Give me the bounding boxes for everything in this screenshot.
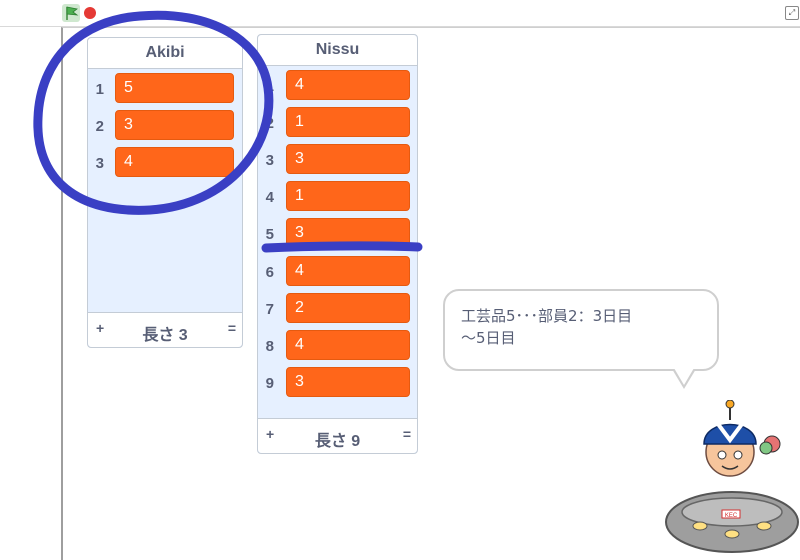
kec-badge-text: KEC [725, 513, 738, 519]
list-item[interactable]: 5 [115, 73, 234, 103]
list-index: 1 [265, 78, 274, 95]
list-item[interactable]: 3 [286, 144, 410, 174]
list-index: 1 [95, 81, 104, 98]
list-index: 8 [265, 338, 274, 355]
list-index: 5 [265, 226, 274, 243]
list-index: 3 [265, 152, 274, 169]
speech-bubble-tail-fill [674, 368, 694, 385]
list-footer: + 長さ 9 = [258, 418, 417, 453]
list-item[interactable]: 2 [286, 293, 410, 323]
list-item[interactable]: 3 [286, 218, 410, 248]
resize-handle[interactable]: = [403, 426, 411, 442]
speech-text-line1: 工芸品5･･･部員2：3日目 [461, 307, 633, 325]
list-item[interactable]: 3 [286, 367, 410, 397]
list-length: 長さ 9 [314, 433, 361, 450]
list-index: 4 [265, 189, 274, 206]
ufo-character-sprite[interactable]: KEC [660, 400, 800, 560]
list-title: Nissu [258, 35, 417, 66]
green-flag-button[interactable] [62, 4, 80, 22]
list-index: 2 [95, 118, 104, 135]
list-index: 7 [265, 301, 274, 318]
speech-bubble: 工芸品5･･･部員2：3日目 ～5日目 [443, 289, 719, 371]
list-title: Akibi [88, 38, 242, 69]
list-item[interactable]: 3 [115, 110, 234, 140]
stop-button[interactable] [84, 7, 96, 19]
list-index: 3 [95, 155, 104, 172]
green-flag-icon [66, 6, 79, 20]
list-footer: + 長さ 3 = [88, 312, 242, 347]
list-length: 長さ 3 [142, 327, 188, 344]
list-item[interactable]: 4 [286, 70, 410, 100]
fullscreen-button[interactable]: ⤢ [785, 6, 799, 20]
resize-handle[interactable]: = [228, 320, 236, 336]
list-index: 6 [265, 264, 274, 281]
list-item[interactable]: 1 [286, 181, 410, 211]
list-item[interactable]: 1 [286, 107, 410, 137]
speech-text-line2: ～5日目 [461, 329, 516, 347]
list-index: 2 [265, 115, 274, 132]
list-item[interactable]: 4 [286, 256, 410, 286]
list-item[interactable]: 4 [286, 330, 410, 360]
list-monitor-nissu: Nissu 1 4 2 1 3 3 4 1 5 3 6 4 7 2 8 4 9 … [257, 34, 418, 454]
list-item[interactable]: 4 [115, 147, 234, 177]
list-index: 9 [265, 375, 274, 392]
stage-toolbar: ⤢ [0, 0, 800, 27]
list-monitor-akibi: Akibi 1 5 2 3 3 4 + 長さ 3 = [87, 37, 243, 348]
